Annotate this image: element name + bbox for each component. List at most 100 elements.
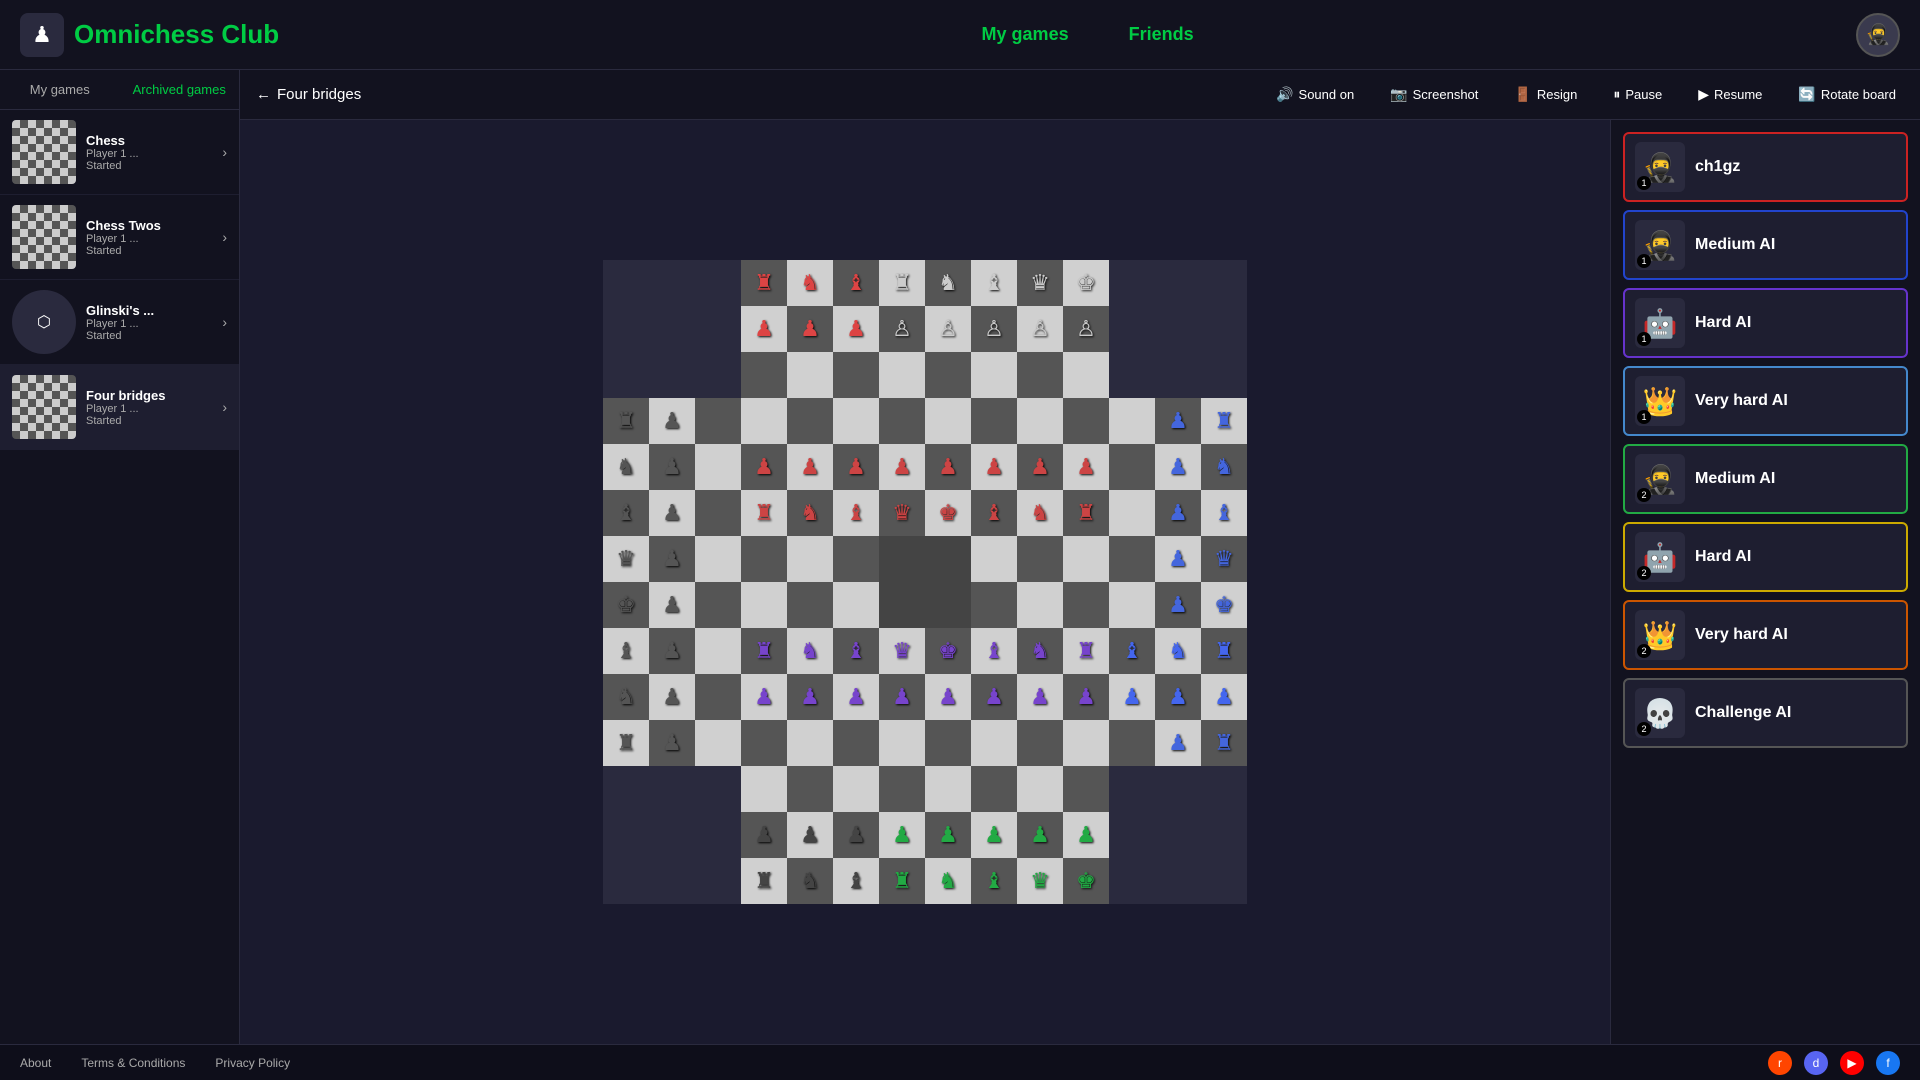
board-cell-10-3[interactable] [741, 720, 787, 766]
board-cell-11-1[interactable] [649, 766, 695, 812]
board-cell-4-0[interactable]: ♞ [603, 444, 649, 490]
board-cell-6-7[interactable] [925, 536, 971, 582]
board-cell-1-7[interactable]: ♙ [925, 306, 971, 352]
board-cell-4-13[interactable]: ♞ [1201, 444, 1247, 490]
board-cell-11-3[interactable] [741, 766, 787, 812]
reddit-icon[interactable]: r [1768, 1051, 1792, 1075]
board-cell-6-3[interactable] [741, 536, 787, 582]
board-cell-8-8[interactable]: ♝ [971, 628, 1017, 674]
board-cell-2-5[interactable] [833, 352, 879, 398]
board-cell-1-2[interactable] [695, 306, 741, 352]
board-cell-3-7[interactable] [925, 398, 971, 444]
board-cell-9-3[interactable]: ♟ [741, 674, 787, 720]
board-cell-13-8[interactable]: ♝ [971, 858, 1017, 904]
board-cell-12-13[interactable] [1201, 812, 1247, 858]
board-cell-8-11[interactable]: ♝ [1109, 628, 1155, 674]
board-cell-4-12[interactable]: ♟ [1155, 444, 1201, 490]
board-cell-6-9[interactable] [1017, 536, 1063, 582]
game-item-chess[interactable]: for(let i=0;i<64;i++){ const r=Math.floo… [0, 110, 239, 195]
board-cell-11-9[interactable] [1017, 766, 1063, 812]
board-cell-10-5[interactable] [833, 720, 879, 766]
board-cell-1-0[interactable] [603, 306, 649, 352]
board-cell-12-4[interactable]: ♟ [787, 812, 833, 858]
board-cell-3-9[interactable] [1017, 398, 1063, 444]
board-cell-11-6[interactable] [879, 766, 925, 812]
board-cell-10-4[interactable] [787, 720, 833, 766]
discord-icon[interactable]: d [1804, 1051, 1828, 1075]
board-cell-13-1[interactable] [649, 858, 695, 904]
board-cell-4-9[interactable]: ♟ [1017, 444, 1063, 490]
board-cell-0-11[interactable] [1109, 260, 1155, 306]
board-cell-11-2[interactable] [695, 766, 741, 812]
board-cell-11-10[interactable] [1063, 766, 1109, 812]
board-cell-5-7[interactable]: ♚ [925, 490, 971, 536]
board-cell-2-10[interactable] [1063, 352, 1109, 398]
board-cell-10-11[interactable] [1109, 720, 1155, 766]
resume-button[interactable]: ▶ Resume [1690, 82, 1770, 107]
board-cell-13-7[interactable]: ♞ [925, 858, 971, 904]
board-cell-7-5[interactable] [833, 582, 879, 628]
board-cell-7-6[interactable] [879, 582, 925, 628]
board-cell-1-8[interactable]: ♙ [971, 306, 1017, 352]
board-cell-7-7[interactable] [925, 582, 971, 628]
board-cell-0-9[interactable]: ♛ [1017, 260, 1063, 306]
board-cell-4-3[interactable]: ♟ [741, 444, 787, 490]
board-cell-3-2[interactable] [695, 398, 741, 444]
board-cell-13-6[interactable]: ♜ [879, 858, 925, 904]
board-cell-2-6[interactable] [879, 352, 925, 398]
board-cell-6-4[interactable] [787, 536, 833, 582]
board-cell-8-13[interactable]: ♜ [1201, 628, 1247, 674]
board-cell-6-11[interactable] [1109, 536, 1155, 582]
board-cell-3-4[interactable] [787, 398, 833, 444]
board-cell-0-2[interactable] [695, 260, 741, 306]
board-cell-2-2[interactable] [695, 352, 741, 398]
board-cell-13-0[interactable] [603, 858, 649, 904]
board-cell-1-10[interactable]: ♙ [1063, 306, 1109, 352]
board-cell-10-12[interactable]: ♟ [1155, 720, 1201, 766]
board-cell-2-3[interactable] [741, 352, 787, 398]
board-cell-5-8[interactable]: ♝ [971, 490, 1017, 536]
board-cell-4-11[interactable] [1109, 444, 1155, 490]
board-cell-3-3[interactable] [741, 398, 787, 444]
board-cell-3-12[interactable]: ♟ [1155, 398, 1201, 444]
board-cell-12-10[interactable]: ♟ [1063, 812, 1109, 858]
board-cell-5-0[interactable]: ♝ [603, 490, 649, 536]
pause-button[interactable]: ⏸ Pause [1605, 82, 1670, 107]
board-cell-11-7[interactable] [925, 766, 971, 812]
board-cell-5-13[interactable]: ♝ [1201, 490, 1247, 536]
board-cell-9-10[interactable]: ♟ [1063, 674, 1109, 720]
board-cell-6-1[interactable]: ♟ [649, 536, 695, 582]
board-cell-6-0[interactable]: ♛ [603, 536, 649, 582]
nav-friends[interactable]: Friends [1129, 24, 1194, 45]
board-cell-9-11[interactable]: ♟ [1109, 674, 1155, 720]
facebook-icon[interactable]: f [1876, 1051, 1900, 1075]
board-cell-6-5[interactable] [833, 536, 879, 582]
board-cell-13-5[interactable]: ♝ [833, 858, 879, 904]
board-cell-8-3[interactable]: ♜ [741, 628, 787, 674]
board-cell-4-7[interactable]: ♟ [925, 444, 971, 490]
board-cell-3-13[interactable]: ♜ [1201, 398, 1247, 444]
board-cell-5-12[interactable]: ♟ [1155, 490, 1201, 536]
board-cell-7-10[interactable] [1063, 582, 1109, 628]
tab-archived-games[interactable]: Archived games [120, 70, 240, 109]
board-cell-6-10[interactable] [1063, 536, 1109, 582]
board-cell-8-1[interactable]: ♟ [649, 628, 695, 674]
board-cell-12-0[interactable] [603, 812, 649, 858]
board-cell-9-1[interactable]: ♟ [649, 674, 695, 720]
board-cell-7-13[interactable]: ♚ [1201, 582, 1247, 628]
board-cell-4-1[interactable]: ♟ [649, 444, 695, 490]
board-cell-1-13[interactable] [1201, 306, 1247, 352]
board-cell-13-12[interactable] [1155, 858, 1201, 904]
board-cell-0-4[interactable]: ♞ [787, 260, 833, 306]
user-avatar[interactable]: 🥷 [1856, 13, 1900, 57]
board-cell-8-2[interactable] [695, 628, 741, 674]
board-cell-11-0[interactable] [603, 766, 649, 812]
board-cell-2-7[interactable] [925, 352, 971, 398]
board-cell-11-11[interactable] [1109, 766, 1155, 812]
board-cell-8-10[interactable]: ♜ [1063, 628, 1109, 674]
board-cell-12-8[interactable]: ♟ [971, 812, 1017, 858]
board-cell-10-0[interactable]: ♜ [603, 720, 649, 766]
board-cell-2-11[interactable] [1109, 352, 1155, 398]
board-cell-9-2[interactable] [695, 674, 741, 720]
resign-button[interactable]: 🚪 Resign [1506, 82, 1585, 107]
